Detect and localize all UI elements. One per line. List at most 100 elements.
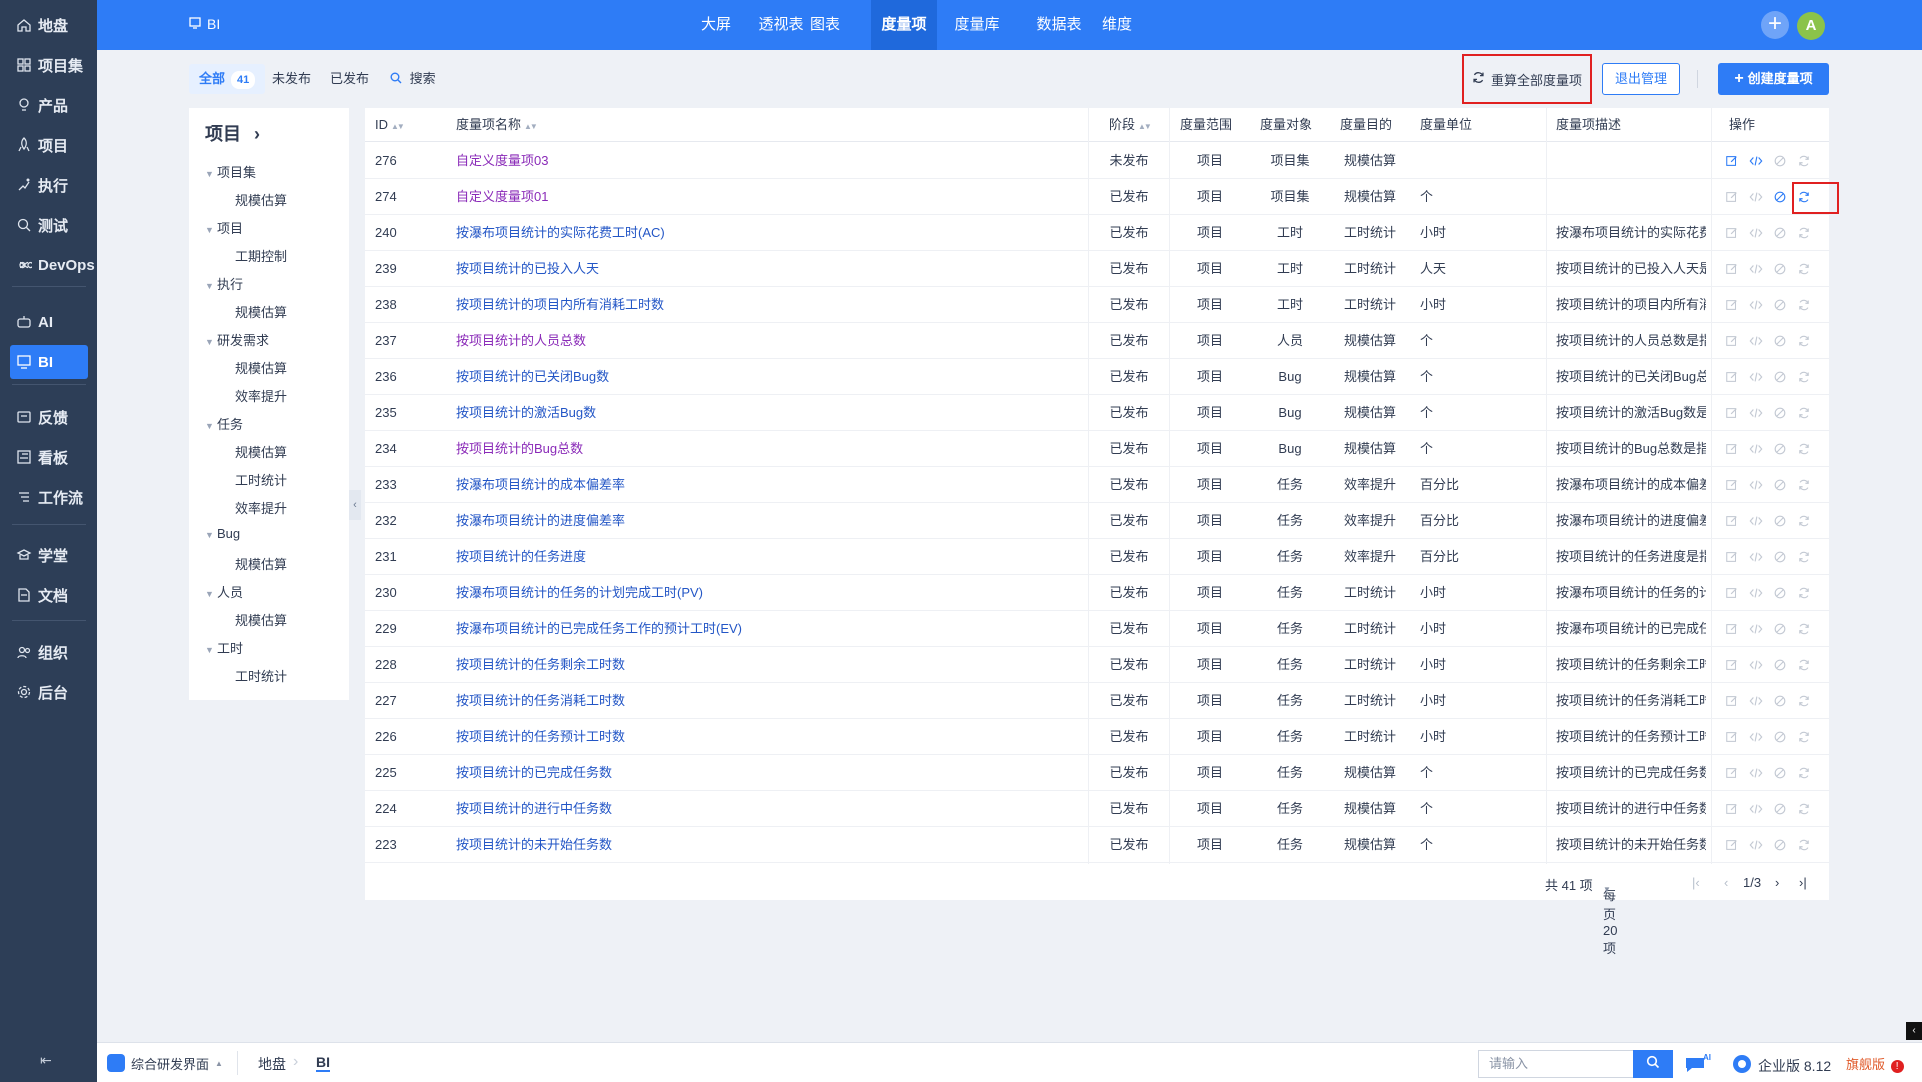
refresh-icon[interactable] bbox=[1796, 729, 1812, 745]
code-icon[interactable] bbox=[1748, 621, 1764, 637]
code-icon[interactable] bbox=[1748, 477, 1764, 493]
cell-name[interactable]: 按项目统计的进行中任务数 bbox=[456, 791, 1076, 827]
cell-name[interactable]: 按项目统计的已完成任务数 bbox=[456, 755, 1076, 791]
edit-icon[interactable] bbox=[1724, 513, 1740, 529]
tree-leaf[interactable]: 规模估算 bbox=[235, 190, 287, 209]
ban-icon[interactable] bbox=[1772, 801, 1788, 817]
cell-name[interactable]: 自定义度量项03 bbox=[456, 143, 1076, 179]
collapse-nav-button[interactable]: ⇤ bbox=[40, 1052, 52, 1069]
ban-icon[interactable] bbox=[1772, 837, 1788, 853]
column-header-2[interactable]: 阶段 ▲▼ bbox=[1109, 108, 1152, 142]
code-icon[interactable] bbox=[1748, 729, 1764, 745]
edit-icon[interactable] bbox=[1724, 729, 1740, 745]
create-metric-button[interactable]: + 创建度量项 bbox=[1718, 63, 1829, 95]
edition-badge[interactable]: 旗舰版 ! bbox=[1846, 1054, 1904, 1073]
edit-icon[interactable] bbox=[1724, 333, 1740, 349]
top-tab-2[interactable]: 图表 bbox=[802, 0, 848, 50]
nav-item-13[interactable]: 文档 bbox=[10, 578, 88, 612]
top-tab-0[interactable]: 大屏 bbox=[693, 0, 739, 50]
cell-name[interactable]: 按瀑布项目统计的已完成任务工作的预计工时(EV) bbox=[456, 611, 1076, 647]
edit-icon[interactable] bbox=[1724, 441, 1740, 457]
version-info[interactable]: 企业版 8.12 bbox=[1732, 1054, 1831, 1077]
ban-icon[interactable] bbox=[1772, 621, 1788, 637]
recalc-all-metrics-button[interactable]: 重算全部度量项 bbox=[1462, 54, 1592, 104]
tree-group[interactable]: ▼ 研发需求 bbox=[205, 330, 269, 349]
nav-item-2[interactable]: 产品 bbox=[10, 88, 88, 122]
edit-icon[interactable] bbox=[1724, 837, 1740, 853]
code-icon[interactable] bbox=[1748, 837, 1764, 853]
tree-leaf[interactable]: 规模估算 bbox=[235, 302, 287, 321]
first-page-button[interactable]: |‹ bbox=[1692, 875, 1700, 890]
refresh-icon[interactable] bbox=[1796, 657, 1812, 673]
tree-group[interactable]: ▼ 项目 bbox=[205, 218, 243, 237]
ban-icon[interactable] bbox=[1772, 261, 1788, 277]
crumb-bi[interactable]: BI bbox=[316, 1054, 330, 1072]
nav-item-11[interactable]: 工作流 bbox=[10, 480, 88, 514]
code-icon[interactable] bbox=[1748, 657, 1764, 673]
cell-name[interactable]: 按项目统计的未开始任务数 bbox=[456, 827, 1076, 863]
cell-name[interactable]: 按项目统计的激活Bug数 bbox=[456, 395, 1076, 431]
code-icon[interactable] bbox=[1748, 441, 1764, 457]
nav-item-1[interactable]: 项目集 bbox=[10, 48, 88, 82]
cell-name[interactable]: 按项目统计的人员总数 bbox=[456, 323, 1076, 359]
cell-name[interactable]: 按项目统计的Bug总数 bbox=[456, 431, 1076, 467]
cell-name[interactable]: 按项目统计的任务消耗工时数 bbox=[456, 683, 1076, 719]
tree-leaf[interactable]: 效率提升 bbox=[235, 386, 287, 405]
code-icon[interactable] bbox=[1748, 153, 1764, 169]
cell-name[interactable]: 按瀑布项目统计的进度偏差率 bbox=[456, 503, 1076, 539]
nav-item-6[interactable]: DevOps bbox=[10, 248, 95, 282]
nav-item-9[interactable]: 反馈 bbox=[10, 400, 88, 434]
ban-icon[interactable] bbox=[1772, 369, 1788, 385]
code-icon[interactable] bbox=[1748, 801, 1764, 817]
code-icon[interactable] bbox=[1748, 693, 1764, 709]
refresh-icon[interactable] bbox=[1796, 333, 1812, 349]
edit-icon[interactable] bbox=[1724, 405, 1740, 421]
top-tab-6[interactable]: 维度 bbox=[1094, 0, 1140, 50]
top-tab-3[interactable]: 度量项 bbox=[871, 0, 937, 50]
ban-icon[interactable] bbox=[1772, 297, 1788, 313]
search-toggle[interactable]: 搜索 bbox=[390, 64, 436, 94]
cell-name[interactable]: 按项目统计的已投入人天 bbox=[456, 251, 1076, 287]
code-icon[interactable] bbox=[1748, 189, 1764, 205]
refresh-icon[interactable] bbox=[1796, 801, 1812, 817]
refresh-icon[interactable] bbox=[1796, 441, 1812, 457]
nav-item-5[interactable]: 测试 bbox=[10, 208, 88, 242]
nav-item-15[interactable]: 后台 bbox=[10, 675, 88, 709]
tree-title[interactable]: 项目 › bbox=[205, 120, 260, 146]
tree-leaf[interactable]: 规模估算 bbox=[235, 610, 287, 629]
refresh-icon[interactable] bbox=[1796, 477, 1812, 493]
edit-icon[interactable] bbox=[1724, 765, 1740, 781]
column-header-0[interactable]: ID ▲▼ bbox=[375, 108, 405, 142]
prev-page-button[interactable]: ‹ bbox=[1724, 875, 1728, 890]
tree-leaf[interactable]: 效率提升 bbox=[235, 498, 287, 517]
nav-item-10[interactable]: 看板 bbox=[10, 440, 88, 474]
top-tab-4[interactable]: 度量库 bbox=[944, 0, 1010, 50]
refresh-icon[interactable] bbox=[1796, 153, 1812, 169]
code-icon[interactable] bbox=[1748, 261, 1764, 277]
cell-name[interactable]: 按瀑布项目统计的实际花费工时(AC) bbox=[456, 215, 1076, 251]
crumb-dashboard[interactable]: 地盘 bbox=[258, 1054, 286, 1074]
cell-name[interactable]: 按项目统计的任务进度 bbox=[456, 539, 1076, 575]
nav-item-14[interactable]: 组织 bbox=[10, 635, 88, 669]
code-icon[interactable] bbox=[1748, 297, 1764, 313]
edit-icon[interactable] bbox=[1724, 261, 1740, 277]
cell-name[interactable]: 按项目统计的项目内所有消耗工时数 bbox=[456, 287, 1076, 323]
edit-icon[interactable] bbox=[1724, 369, 1740, 385]
ban-icon[interactable] bbox=[1772, 765, 1788, 781]
filter-tab-1[interactable]: 未发布 bbox=[262, 64, 321, 94]
exit-management-button[interactable]: 退出管理 bbox=[1602, 63, 1680, 95]
ban-icon[interactable] bbox=[1772, 729, 1788, 745]
refresh-icon[interactable] bbox=[1796, 405, 1812, 421]
cell-name[interactable]: 按瀑布项目统计的任务的计划完成工时(PV) bbox=[456, 575, 1076, 611]
ban-icon[interactable] bbox=[1772, 153, 1788, 169]
collapse-tree-button[interactable]: ‹ bbox=[349, 490, 361, 520]
refresh-icon[interactable] bbox=[1796, 549, 1812, 565]
edit-icon[interactable] bbox=[1724, 693, 1740, 709]
code-icon[interactable] bbox=[1748, 513, 1764, 529]
top-tab-5[interactable]: 数据表 bbox=[1026, 0, 1092, 50]
tree-group[interactable]: ▼ 任务 bbox=[205, 414, 243, 433]
global-search-button[interactable] bbox=[1633, 1050, 1673, 1078]
tree-group[interactable]: ▼ 项目集 bbox=[205, 162, 256, 181]
filter-tab-2[interactable]: 已发布 bbox=[320, 64, 379, 94]
tree-group[interactable]: ▼ 工时 bbox=[205, 638, 243, 657]
